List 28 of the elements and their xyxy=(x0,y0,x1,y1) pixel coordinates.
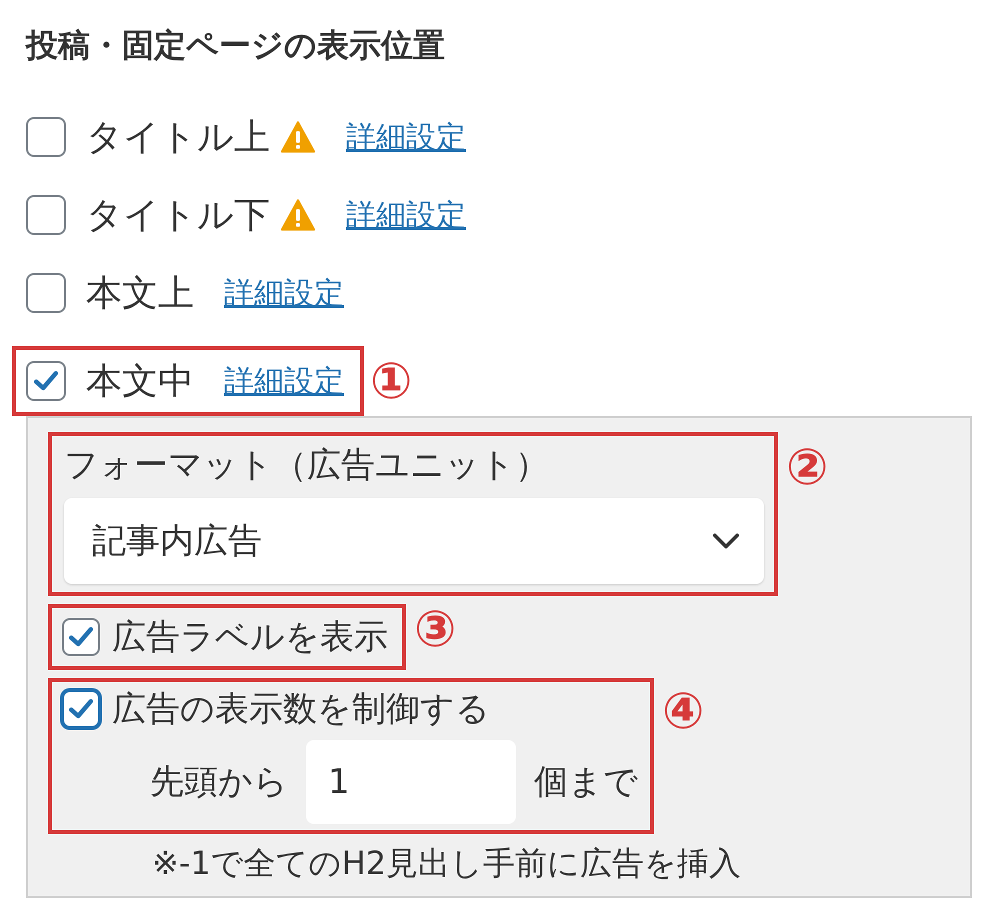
settings-link[interactable]: 詳細設定 xyxy=(346,194,466,236)
format-select[interactable]: 記事内広告 xyxy=(64,498,764,584)
checkbox-label: 広告の表示数を制御する xyxy=(112,688,490,731)
field-prefix: 先頭から xyxy=(150,761,288,804)
annotation-number: ④ xyxy=(662,686,704,736)
settings-link[interactable]: 詳細設定 xyxy=(224,360,344,402)
checkbox-label: 本文上 xyxy=(86,272,194,316)
settings-link[interactable]: 詳細設定 xyxy=(346,116,466,158)
note-text: ※-1で全てのH2見出し手前に広告を挿入 xyxy=(151,843,742,884)
field-suffix: 個まで xyxy=(534,761,638,804)
annotation-number: ① xyxy=(370,356,412,406)
checkbox[interactable] xyxy=(62,618,100,656)
section-heading: 投稿・固定ページの表示位置 xyxy=(26,25,446,66)
checkbox[interactable] xyxy=(26,361,66,401)
checkbox[interactable] xyxy=(26,195,66,235)
annotation-number: ③ xyxy=(414,604,456,654)
count-input[interactable]: 1 xyxy=(306,740,516,824)
checkbox-label: タイトル上 xyxy=(86,116,270,160)
checkbox-label: 本文中 xyxy=(86,360,194,404)
checkbox[interactable] xyxy=(26,273,66,313)
checkbox-label: タイトル下 xyxy=(86,194,270,238)
annotation-number: ② xyxy=(786,442,828,492)
checkbox[interactable] xyxy=(62,690,100,728)
checkbox[interactable] xyxy=(26,117,66,157)
chevron-down-icon xyxy=(712,532,740,550)
field-label: フォーマット（広告ユニット） xyxy=(64,444,550,487)
checkbox-label: 広告ラベルを表示 xyxy=(112,616,388,659)
settings-link[interactable]: 詳細設定 xyxy=(224,272,344,314)
